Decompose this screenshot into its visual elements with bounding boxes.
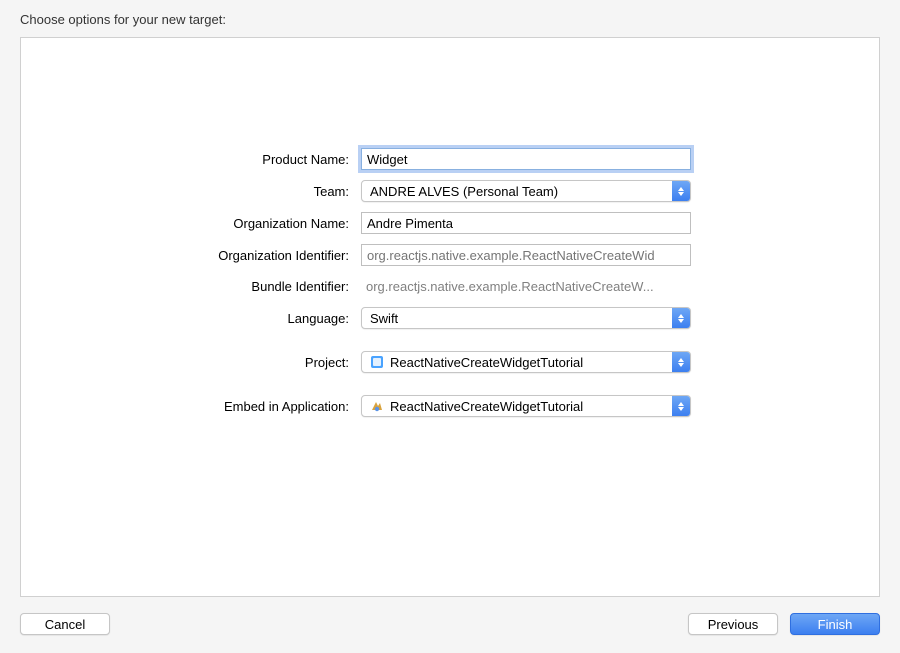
app-icon bbox=[370, 399, 384, 413]
org-id-input[interactable] bbox=[361, 244, 691, 266]
project-value: ReactNativeCreateWidgetTutorial bbox=[390, 355, 583, 370]
language-label: Language: bbox=[21, 311, 351, 326]
team-label: Team: bbox=[21, 184, 351, 199]
previous-button[interactable]: Previous bbox=[688, 613, 778, 635]
org-name-label: Organization Name: bbox=[21, 216, 351, 231]
embed-value: ReactNativeCreateWidgetTutorial bbox=[390, 399, 583, 414]
chevron-up-down-icon bbox=[672, 181, 690, 201]
xcode-project-icon bbox=[370, 355, 384, 369]
new-target-dialog: Choose options for your new target: Prod… bbox=[0, 0, 900, 653]
chevron-up-down-icon bbox=[672, 396, 690, 416]
team-value: ANDRE ALVES (Personal Team) bbox=[370, 184, 558, 199]
project-select[interactable]: ReactNativeCreateWidgetTutorial bbox=[361, 351, 691, 373]
language-value: Swift bbox=[370, 311, 398, 326]
embed-label: Embed in Application: bbox=[21, 399, 351, 414]
project-label: Project: bbox=[21, 355, 351, 370]
content-panel: Product Name: Team: ANDRE ALVES (Persona… bbox=[20, 37, 880, 597]
product-name-label: Product Name: bbox=[21, 152, 351, 167]
product-name-input[interactable] bbox=[361, 148, 691, 170]
language-select[interactable]: Swift bbox=[361, 307, 691, 329]
org-name-input[interactable] bbox=[361, 212, 691, 234]
chevron-up-down-icon bbox=[672, 308, 690, 328]
dialog-title: Choose options for your new target: bbox=[20, 12, 226, 27]
team-select[interactable]: ANDRE ALVES (Personal Team) bbox=[361, 180, 691, 202]
form: Product Name: Team: ANDRE ALVES (Persona… bbox=[21, 148, 879, 417]
bundle-id-value: org.reactjs.native.example.ReactNativeCr… bbox=[361, 276, 691, 297]
finish-button[interactable]: Finish bbox=[790, 613, 880, 635]
bundle-id-label: Bundle Identifier: bbox=[21, 279, 351, 294]
footer: Cancel Previous Finish bbox=[0, 597, 900, 653]
chevron-up-down-icon bbox=[672, 352, 690, 372]
cancel-button[interactable]: Cancel bbox=[20, 613, 110, 635]
embed-select[interactable]: ReactNativeCreateWidgetTutorial bbox=[361, 395, 691, 417]
org-id-label: Organization Identifier: bbox=[21, 248, 351, 263]
dialog-header: Choose options for your new target: bbox=[0, 0, 900, 37]
